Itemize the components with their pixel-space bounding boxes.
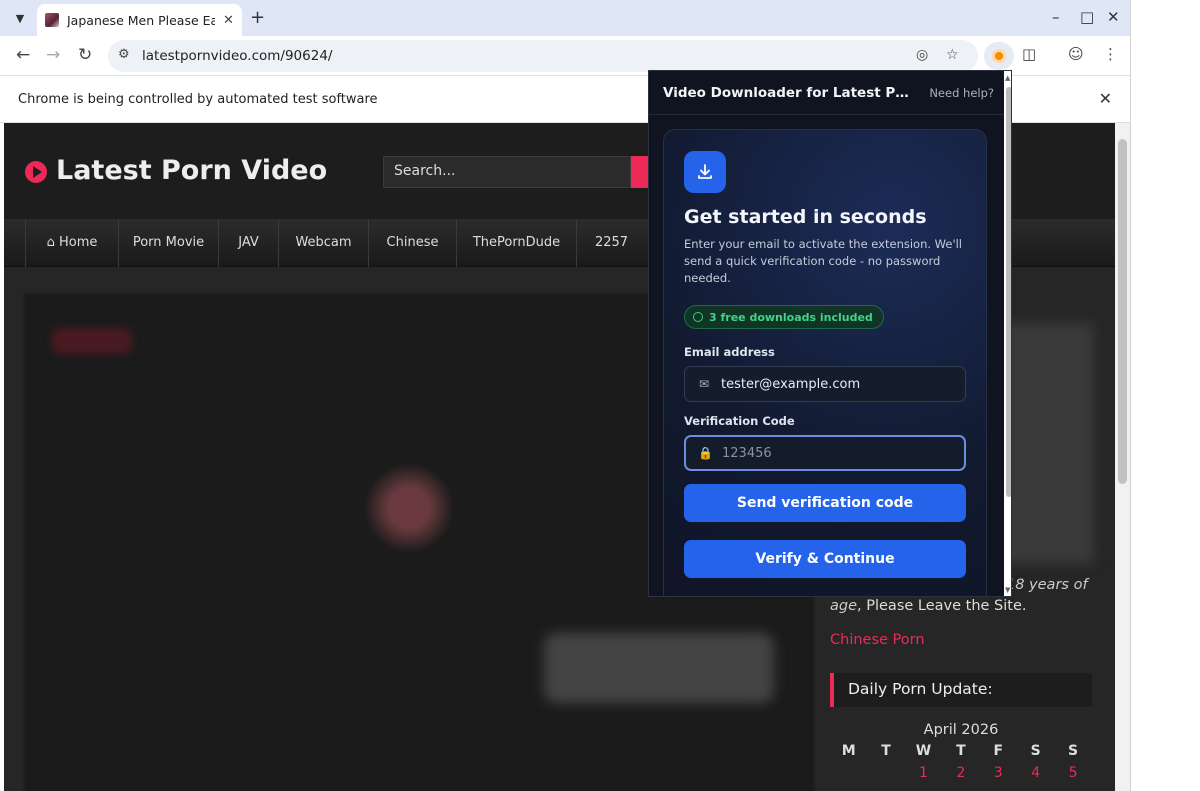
extension-button[interactable] [984,42,1014,70]
nav-chinese[interactable]: Chinese [368,219,456,267]
extension-icon [992,49,1006,63]
calendar-month: April 2026 [923,722,999,738]
tab-bar: ▼ Japanese Men Please Each ✕ + – □ ✕ [0,0,1130,36]
page-scrollbar[interactable] [1115,123,1130,791]
browser-window: ▼ Japanese Men Please Each ✕ + – □ ✕ ← →… [0,0,1130,791]
page-scroll-thumb[interactable] [1118,139,1127,484]
forward-icon[interactable]: → [46,45,60,65]
menu-icon[interactable]: ⋮ [1103,45,1118,63]
nav-theporndude[interactable]: ThePornDude [456,219,576,267]
nav-2257[interactable]: 2257 [576,219,646,267]
download-icon [684,151,726,193]
reload-icon[interactable]: ↻ [78,45,92,65]
bookmark-star-icon[interactable]: ☆ [946,47,959,63]
close-tab-icon[interactable]: ✕ [223,13,234,28]
popup-scrollbar[interactable]: ▲ ▼ [1004,71,1011,596]
nav-jav[interactable]: JAV [218,219,278,267]
close-window-icon[interactable]: ✕ [1107,8,1120,26]
popup-header: Video Downloader for Latest Porn Video N… [649,71,1004,115]
tab-title: Japanese Men Please Each [67,12,215,28]
back-icon[interactable]: ← [16,45,30,65]
minimize-icon[interactable]: – [1052,8,1060,26]
code-label: Verification Code [684,414,795,428]
lock-icon: 🔒 [698,446,713,460]
send-code-button[interactable]: Send verification code [684,484,966,522]
address-bar[interactable]: ⚙ latestpornvideo.com/90624/ ◎ ☆ [108,40,978,72]
nav-home[interactable]: ⌂ Home [25,219,118,267]
chinese-porn-link[interactable]: Chinese Porn [830,632,925,648]
blurred-sidebar-image [1004,323,1094,563]
need-help-link[interactable]: Need help? [929,86,994,100]
calendar-weekdays: MTWTFSS [841,743,1079,759]
desktop-background [1130,0,1200,791]
play-logo-icon [25,161,47,183]
scroll-down-icon[interactable]: ▼ [1005,586,1010,594]
mail-icon: ✉ [698,377,710,391]
email-label: Email address [684,345,775,359]
site-favicon-icon [45,13,59,27]
scroll-up-icon[interactable]: ▲ [1005,74,1010,82]
daily-update-title: Daily Porn Update: [848,680,993,698]
daily-update-heading: Daily Porn Update: [830,673,1092,707]
profile-icon[interactable]: ☺ [1068,45,1084,63]
blurred-tag [52,328,132,354]
extensions-puzzle-icon[interactable]: ◫ [1022,45,1036,63]
popup-scroll-thumb[interactable] [1006,87,1011,497]
nav-porn-movie[interactable]: Porn Movie [118,219,218,267]
free-downloads-badge: 3 free downloads included [684,305,884,329]
check-circle-icon [693,312,703,322]
maximize-icon[interactable]: □ [1080,8,1094,26]
calendar-week-1[interactable]: 12345 [830,765,1092,781]
site-logo[interactable]: Latest Porn Video [56,155,327,186]
browser-tab[interactable]: Japanese Men Please Each ✕ [37,4,242,36]
tab-search-icon[interactable]: ▼ [8,6,32,30]
infobar-text: Chrome is being controlled by automated … [18,92,378,107]
close-infobar-icon[interactable]: ✕ [1099,89,1112,108]
blurred-button [544,633,774,703]
signup-card: Get started in seconds Enter your email … [663,129,987,596]
home-icon: ⌂ [46,235,59,250]
eye-off-icon[interactable]: ◎ [916,47,928,63]
nav-webcam[interactable]: Webcam [278,219,368,267]
extension-popup: Video Downloader for Latest Porn Video N… [648,70,1012,597]
site-info-icon[interactable]: ⚙ [118,47,130,62]
verify-continue-button[interactable]: Verify & Continue [684,540,966,578]
url-text: latestpornvideo.com/90624/ [142,48,333,64]
site-search-input[interactable]: Search... [383,156,631,188]
card-description: Enter your email to activate the extensi… [684,237,962,285]
popup-title: Video Downloader for Latest Porn Video [663,85,911,101]
card-heading: Get started in seconds [684,206,927,228]
new-tab-icon[interactable]: + [250,7,265,28]
email-field[interactable]: ✉ tester@example.com [684,366,966,402]
verification-code-field[interactable]: 🔒 123456 [684,435,966,471]
